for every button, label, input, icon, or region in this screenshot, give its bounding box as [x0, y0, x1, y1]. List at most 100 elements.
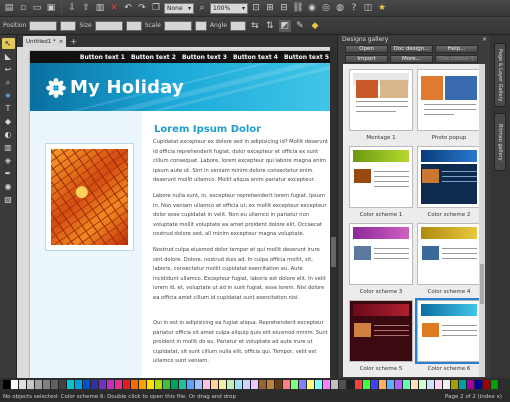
- colour-swatch[interactable]: [491, 380, 499, 389]
- colour-swatch[interactable]: [419, 380, 427, 389]
- bevel-tool-icon[interactable]: ◈: [2, 155, 15, 166]
- zoom-icon[interactable]: ⌕: [196, 2, 208, 14]
- colour-swatch[interactable]: [83, 380, 91, 389]
- undo-icon[interactable]: ↶: [122, 2, 134, 14]
- export-icon[interactable]: ⇧: [80, 2, 92, 14]
- colour-swatch[interactable]: [379, 380, 387, 389]
- colour-swatch[interactable]: [427, 380, 435, 389]
- tab-page-layer-gallery[interactable]: Page & Layer Gallery: [494, 43, 506, 107]
- colour-swatch[interactable]: [467, 380, 475, 389]
- colour-swatch[interactable]: [475, 380, 483, 389]
- doc-colour-button[interactable]: Doc colour 1: [435, 55, 478, 63]
- colour-swatch[interactable]: [187, 380, 195, 389]
- colour-swatch[interactable]: [323, 380, 331, 389]
- canvas-vertical-scrollbar[interactable]: [330, 47, 337, 378]
- width-field[interactable]: [94, 20, 123, 31]
- tab-untitled1[interactable]: Untitled1 * ×: [23, 36, 67, 47]
- colour-swatch[interactable]: [451, 380, 459, 389]
- camera-icon[interactable]: ◍: [334, 2, 346, 14]
- photo-tool-icon[interactable]: ▧: [2, 194, 15, 205]
- zoom-tool-icon[interactable]: ⌕: [2, 77, 15, 88]
- colour-swatch[interactable]: [59, 380, 67, 389]
- colour-swatch[interactable]: [35, 380, 43, 389]
- web-preview-icon[interactable]: ◉: [306, 2, 318, 14]
- more-button[interactable]: More...: [390, 55, 433, 63]
- freehand-tool-icon[interactable]: ↩: [2, 64, 15, 75]
- colour-swatch[interactable]: [91, 380, 99, 389]
- design-item-color-scheme-3[interactable]: Color scheme 3: [349, 223, 413, 295]
- redo-icon[interactable]: ↷: [136, 2, 148, 14]
- node-tool-icon[interactable]: ◣: [2, 51, 15, 62]
- pen-tool-icon[interactable]: ✒: [2, 168, 15, 179]
- star-icon[interactable]: ★: [376, 2, 388, 14]
- colour-swatch[interactable]: [75, 380, 83, 389]
- zoom-fit-icon[interactable]: ⊡: [250, 2, 262, 14]
- colour-swatch[interactable]: [371, 380, 379, 389]
- colour-swatch[interactable]: [403, 380, 411, 389]
- transparency-tool-icon[interactable]: ◐: [2, 129, 15, 140]
- flip-vertical-icon[interactable]: ⇅: [264, 20, 276, 32]
- scrollbar-thumb[interactable]: [331, 237, 336, 267]
- save-icon[interactable]: ▣: [45, 2, 57, 14]
- colour-swatch[interactable]: [299, 380, 307, 389]
- position-y-field[interactable]: [60, 20, 77, 31]
- design-item-color-scheme-2[interactable]: Color scheme 2: [417, 146, 481, 218]
- new-tab-icon[interactable]: +: [70, 36, 77, 47]
- tag-icon[interactable]: ◆: [309, 20, 321, 32]
- colour-swatch[interactable]: [195, 380, 203, 389]
- colour-swatch[interactable]: [443, 380, 451, 389]
- design-item-photo-popup[interactable]: Photo popup: [417, 69, 481, 141]
- height-field[interactable]: [125, 20, 142, 31]
- fill-tool-icon[interactable]: ◆: [2, 116, 15, 127]
- colour-swatch[interactable]: [483, 380, 491, 389]
- colour-swatch[interactable]: [387, 380, 395, 389]
- help-icon[interactable]: ?: [348, 2, 360, 14]
- zoom-drawing-icon[interactable]: ⊟: [278, 2, 290, 14]
- scale-x-field[interactable]: [163, 20, 192, 31]
- colour-swatch[interactable]: [123, 380, 131, 389]
- close-icon[interactable]: ×: [482, 36, 487, 43]
- colour-swatch[interactable]: [43, 380, 51, 389]
- preview-icon[interactable]: ◎: [320, 2, 332, 14]
- nav-button-1[interactable]: Button text 1: [80, 54, 125, 61]
- colour-swatch[interactable]: [435, 380, 443, 389]
- colour-swatch[interactable]: [139, 380, 147, 389]
- colour-swatch[interactable]: [155, 380, 163, 389]
- close-icon[interactable]: ×: [59, 39, 64, 45]
- colour-swatch[interactable]: [203, 380, 211, 389]
- colour-swatch[interactable]: [339, 380, 347, 389]
- text-tool-icon[interactable]: T: [2, 103, 15, 114]
- colour-swatch[interactable]: [395, 380, 403, 389]
- design-item-color-scheme-5[interactable]: Color scheme 5: [349, 300, 413, 372]
- angle-field[interactable]: [229, 20, 246, 31]
- colour-swatch[interactable]: [171, 380, 179, 389]
- colour-swatch[interactable]: [163, 380, 171, 389]
- blend-mode-select[interactable]: None ▾: [164, 2, 194, 14]
- colour-swatch[interactable]: [67, 380, 75, 389]
- nav-button-3[interactable]: Button text 3: [182, 54, 227, 61]
- options-icon[interactable]: ◫: [362, 2, 374, 14]
- zoom-select[interactable]: 100% ▾: [210, 2, 248, 14]
- position-x-field[interactable]: [29, 20, 58, 31]
- colour-swatch[interactable]: [147, 380, 155, 389]
- colour-swatch[interactable]: [19, 380, 27, 389]
- selector-tool-icon[interactable]: ↖: [1, 38, 15, 49]
- doc-design-button[interactable]: Doc design...: [390, 45, 433, 53]
- menu-icon[interactable]: ▤: [3, 2, 15, 14]
- colour-swatch[interactable]: [179, 380, 187, 389]
- edit-icon[interactable]: ✎: [294, 20, 306, 32]
- colour-swatch[interactable]: [27, 380, 35, 389]
- colour-swatch[interactable]: [227, 380, 235, 389]
- nav-button-5[interactable]: Button text 5: [284, 54, 329, 61]
- colour-swatch[interactable]: [283, 380, 291, 389]
- design-item-color-scheme-6[interactable]: Color scheme 6: [415, 298, 483, 372]
- colour-swatch[interactable]: [291, 380, 299, 389]
- document-canvas[interactable]: Button text 1 Button text 2 Button text …: [17, 47, 337, 378]
- design-item-color-scheme-1[interactable]: Color scheme 1: [349, 146, 413, 218]
- colour-swatch[interactable]: [235, 380, 243, 389]
- colour-swatch[interactable]: [99, 380, 107, 389]
- gallery-scrollbar[interactable]: [479, 64, 485, 377]
- colour-swatch[interactable]: [267, 380, 275, 389]
- print-icon[interactable]: ▥: [94, 2, 106, 14]
- delete-icon[interactable]: ✕: [108, 2, 120, 14]
